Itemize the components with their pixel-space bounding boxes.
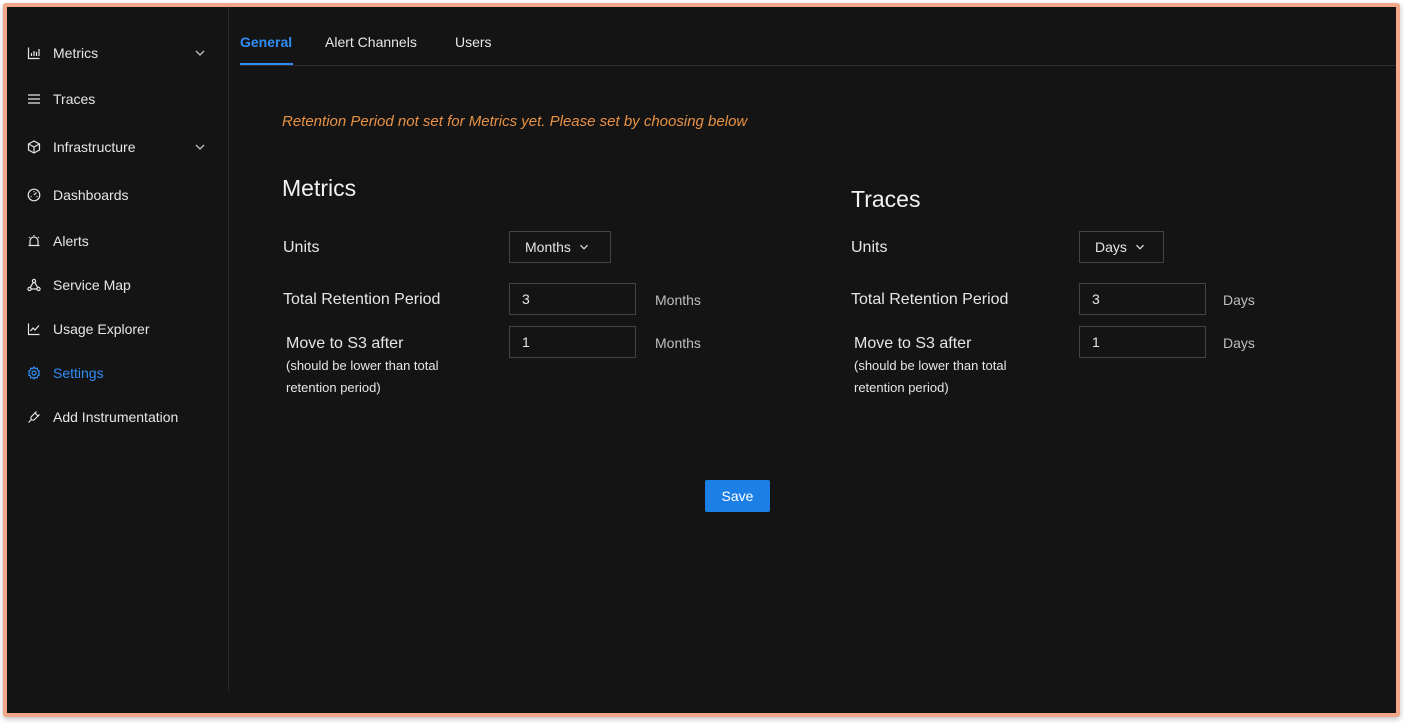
traces-move-s3-label: Move to S3 after bbox=[854, 335, 972, 352]
dashboard-icon bbox=[27, 188, 41, 202]
tab-bar: General Alert Channels Users bbox=[240, 7, 1396, 66]
traces-total-retention-unit: Days bbox=[1223, 292, 1255, 308]
sidebar-item-label: Infrastructure bbox=[53, 139, 136, 155]
traces-total-retention-input[interactable] bbox=[1079, 283, 1206, 315]
active-tab-indicator bbox=[240, 63, 293, 65]
metrics-move-s3-hint: (should be lower than total retention pe… bbox=[286, 358, 439, 395]
tab-users[interactable]: Users bbox=[455, 34, 492, 50]
metrics-total-retention-input[interactable] bbox=[509, 283, 636, 315]
tab-alert-channels[interactable]: Alert Channels bbox=[325, 34, 417, 50]
metrics-units-select[interactable]: Months bbox=[509, 231, 611, 263]
sidebar-item-add-instrumentation[interactable]: Add Instrumentation bbox=[7, 395, 228, 439]
gear-icon bbox=[27, 366, 41, 380]
traces-units-select[interactable]: Days bbox=[1079, 231, 1164, 263]
sidebar-item-alerts[interactable]: Alerts bbox=[7, 219, 228, 263]
traces-move-s3-hint: (should be lower than total retention pe… bbox=[854, 358, 1007, 395]
sidebar-item-infrastructure[interactable]: Infrastructure bbox=[7, 123, 228, 171]
sidebar-item-dashboards[interactable]: Dashboards bbox=[7, 171, 228, 219]
sidebar-item-label: Dashboards bbox=[53, 187, 129, 203]
traces-units-label: Units bbox=[851, 239, 888, 256]
sidebar-item-metrics[interactable]: Metrics bbox=[7, 31, 228, 75]
traces-move-s3-unit: Days bbox=[1223, 335, 1255, 351]
metrics-units-label: Units bbox=[283, 239, 320, 256]
settings-main: General Alert Channels Users Retention P… bbox=[230, 7, 1396, 713]
chevron-down-icon[interactable] bbox=[194, 47, 206, 59]
chevron-down-icon bbox=[579, 244, 588, 250]
sidebar-item-traces[interactable]: Traces bbox=[7, 75, 228, 123]
traces-move-s3-input[interactable] bbox=[1079, 326, 1206, 358]
chevron-down-icon bbox=[1135, 244, 1144, 250]
sidebar-item-label: Usage Explorer bbox=[53, 321, 150, 337]
metrics-total-retention-label: Total Retention Period bbox=[283, 291, 441, 308]
sidebar-item-settings[interactable]: Settings bbox=[7, 351, 228, 395]
traces-total-retention-label: Total Retention Period bbox=[851, 291, 1009, 308]
traces-section-title: Traces bbox=[851, 186, 921, 212]
metrics-move-s3-input[interactable] bbox=[509, 326, 636, 358]
sidebar-item-label: Settings bbox=[53, 365, 104, 381]
alarm-icon bbox=[27, 234, 41, 248]
list-icon bbox=[27, 92, 41, 106]
sidebar-item-service-map[interactable]: Service Map bbox=[7, 263, 228, 307]
sidebar-item-label: Service Map bbox=[53, 277, 131, 293]
retention-warning: Retention Period not set for Metrics yet… bbox=[282, 113, 748, 130]
network-icon bbox=[27, 278, 41, 292]
sidebar-item-label: Add Instrumentation bbox=[53, 409, 179, 425]
tab-general[interactable]: General bbox=[240, 34, 292, 50]
cube-icon bbox=[27, 140, 41, 154]
sidebar-item-label: Alerts bbox=[53, 233, 89, 249]
bar-chart-icon bbox=[27, 46, 41, 60]
plug-icon bbox=[27, 410, 41, 424]
line-chart-icon bbox=[27, 322, 41, 336]
metrics-section-title: Metrics bbox=[282, 175, 357, 201]
metrics-total-retention-unit: Months bbox=[655, 292, 701, 308]
metrics-units-value: Months bbox=[525, 239, 571, 255]
sidebar-item-label: Metrics bbox=[53, 45, 99, 61]
sidebar-item-usage-explorer[interactable]: Usage Explorer bbox=[7, 307, 228, 351]
traces-units-value: Days bbox=[1095, 239, 1127, 255]
chevron-down-icon[interactable] bbox=[194, 141, 206, 153]
sidebar: Metrics Traces Infrastructure Dashboards bbox=[7, 7, 229, 691]
metrics-move-s3-unit: Months bbox=[655, 335, 701, 351]
app-window: Metrics Traces Infrastructure Dashboards bbox=[3, 3, 1400, 717]
metrics-move-s3-label: Move to S3 after bbox=[286, 335, 404, 352]
sidebar-item-label: Traces bbox=[53, 91, 96, 107]
save-button[interactable]: Save bbox=[705, 480, 770, 512]
